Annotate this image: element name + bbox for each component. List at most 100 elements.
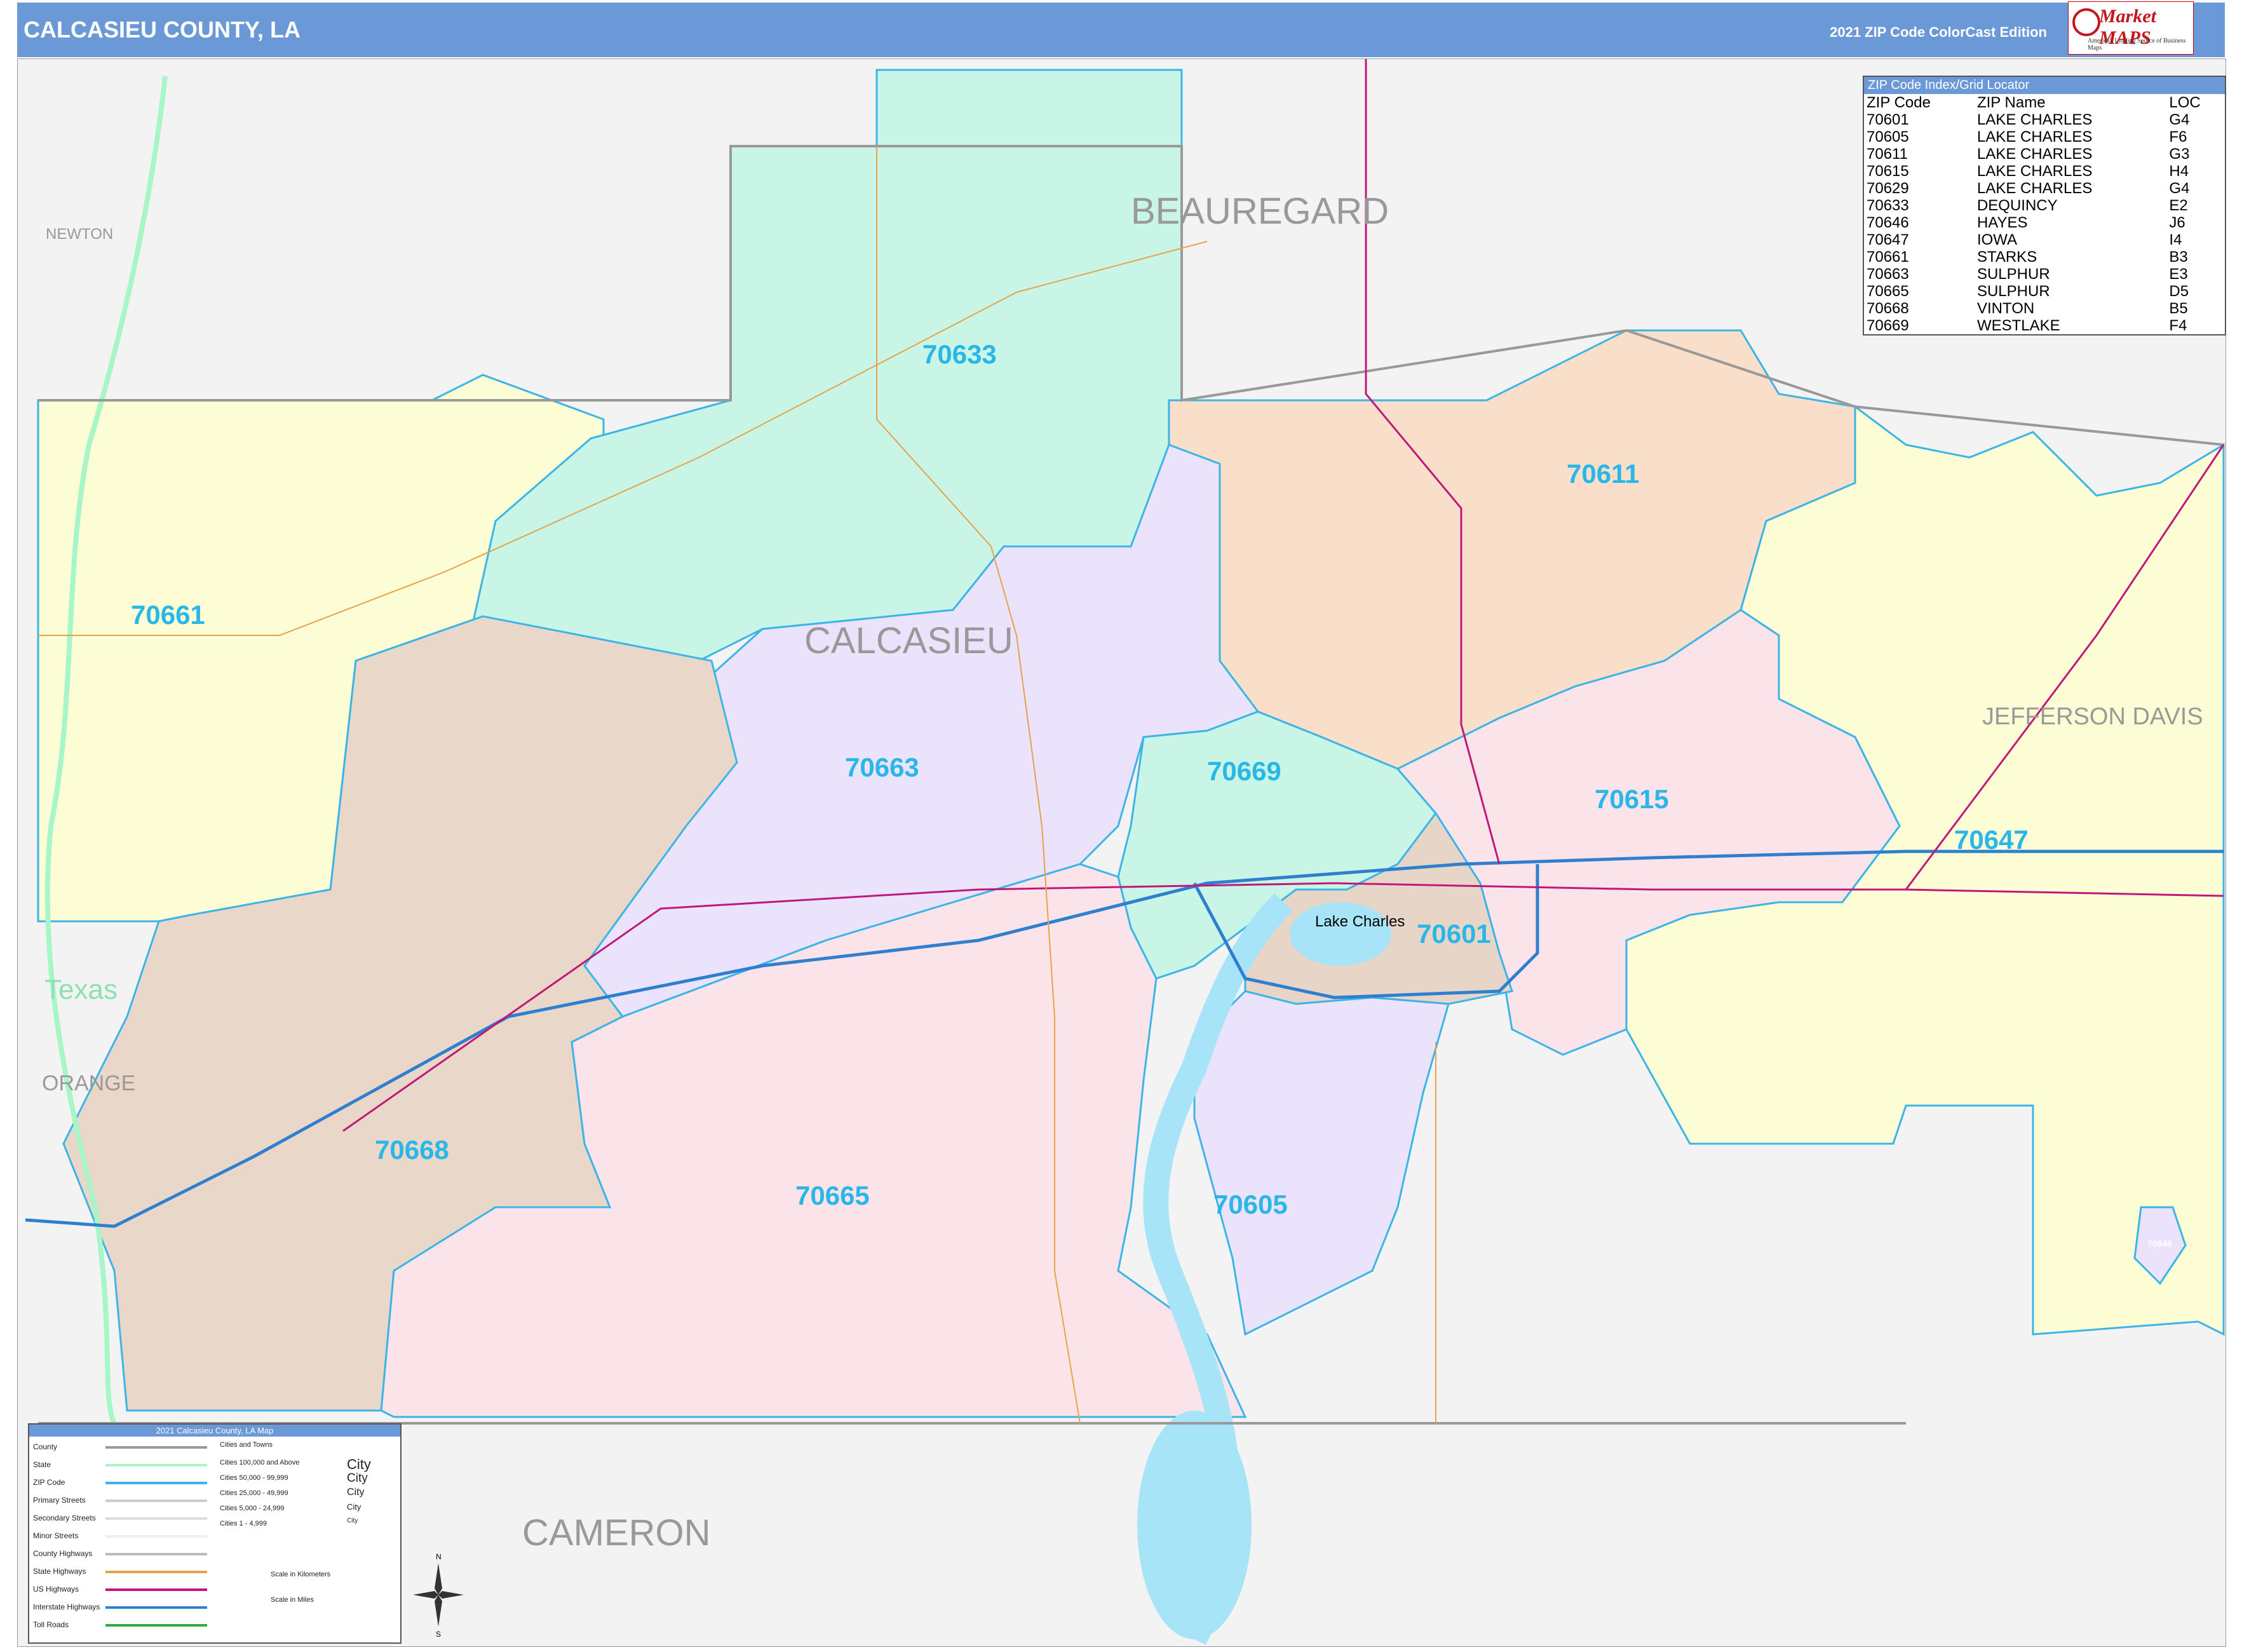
county-label-newton: NEWTON: [46, 226, 113, 243]
legend-city-sample: City: [347, 1502, 361, 1512]
legend-city-range: Cities 25,000 - 49,999: [220, 1489, 288, 1497]
zip-index-cell-loc: H4: [2169, 163, 2189, 180]
zip-label-70665[interactable]: 70665: [795, 1181, 870, 1210]
zip-index-cell-zip: 70605: [1867, 128, 1909, 146]
zip-index-cell-zip: 70663: [1867, 266, 1909, 283]
zip-index-cell-zip: 70633: [1867, 197, 1909, 214]
legend-item-label: Secondary Streets: [33, 1513, 96, 1522]
zip-index-cell-loc: E2: [2169, 197, 2188, 214]
city-label-lake-charles[interactable]: Lake Charles: [1315, 913, 1405, 930]
zip-index-cell-zip: 70629: [1867, 180, 1909, 197]
zip-index-row: 70605 LAKE CHARLES F6: [1864, 128, 2225, 146]
county-label-cameron: CAMERON: [522, 1512, 710, 1554]
zip-label-70601[interactable]: 70601: [1417, 919, 1491, 949]
zip-index-cell-name: SULPHUR: [1976, 266, 2050, 283]
legend-city-sample: City: [347, 1456, 371, 1472]
zip-label-70669[interactable]: 70669: [1207, 756, 1281, 786]
legend-item-label: Interstate Highways: [33, 1602, 100, 1611]
legend-item-label: Minor Streets: [33, 1531, 79, 1540]
zip-index-row: 70601 LAKE CHARLES G4: [1864, 111, 2225, 128]
legend-item-label: State Highways: [33, 1567, 86, 1576]
lake-charles-water: [1290, 902, 1391, 966]
legend-item-label: County Highways: [33, 1549, 93, 1558]
zip-index-row: 70661 STARKS B3: [1864, 248, 2225, 266]
zip-label-70611[interactable]: 70611: [1567, 459, 1639, 489]
zip-index-cell-name: LAKE CHARLES: [1976, 180, 2093, 197]
zip-index-cell-loc: B3: [2169, 248, 2188, 266]
zip-label-70646[interactable]: 70646: [2147, 1238, 2172, 1249]
zip-index-cell-loc: G3: [2169, 146, 2190, 163]
zip-index-cell-name: SULPHUR: [1976, 283, 2050, 300]
legend-city-sample: City: [347, 1487, 365, 1498]
legend-item-label: State: [33, 1460, 51, 1469]
zip-index-cell-name: HAYES: [1976, 214, 2028, 231]
legend-item-swatch: [105, 1500, 207, 1502]
zip-index-header-row: ZIP Code ZIP Name LOC: [1864, 94, 2225, 111]
legend-city-sample: City: [347, 1517, 358, 1524]
legend-scale-km: Scale in Kilometers: [271, 1571, 331, 1578]
zip-index-title: ZIP Code Index/Grid Locator: [1864, 77, 2225, 94]
zip-label-70633[interactable]: 70633: [922, 339, 997, 369]
legend-item-swatch: [105, 1588, 207, 1591]
compass-n: N: [436, 1552, 442, 1561]
zip-index-cell-name: LAKE CHARLES: [1976, 146, 2093, 163]
zip-index-cell-zip: 70669: [1867, 317, 1909, 334]
zip-index-row: 70665 SULPHUR D5: [1864, 283, 2225, 300]
legend-item-swatch: [105, 1446, 207, 1449]
compass-rose-icon: N S: [413, 1552, 464, 1639]
zip-index-cell-loc: G4: [2169, 180, 2190, 197]
legend-item-swatch: [105, 1571, 207, 1573]
legend-item-label: County: [33, 1442, 58, 1451]
county-label-jefferson-davis: JEFFERSON DAVIS: [1982, 703, 2203, 730]
zip-index-cell-loc: J6: [2169, 214, 2185, 231]
zip-index-row: 70615 LAKE CHARLES H4: [1864, 163, 2225, 180]
legend-item-swatch: [105, 1624, 207, 1627]
zip-index-row: 70669 WESTLAKE F4: [1864, 317, 2225, 334]
zip-index-cell-name: STARKS: [1976, 248, 2037, 266]
zip-index-cell-name: IOWA: [1976, 231, 2018, 248]
zip-label-70661[interactable]: 70661: [131, 600, 205, 630]
zip-index-row: 70633 DEQUINCY E2: [1864, 197, 2225, 214]
legend-item-swatch: [105, 1535, 207, 1538]
zip-index-header-name: ZIP Name: [1976, 94, 2046, 111]
zip-label-70668[interactable]: 70668: [375, 1135, 449, 1165]
zip-label-70647[interactable]: 70647: [1954, 825, 2029, 855]
map-legend: 2021 Calcasieu County, LA Map County Stat…: [28, 1423, 402, 1644]
zip-label-70615[interactable]: 70615: [1595, 784, 1669, 814]
zip-index-cell-zip: 70601: [1867, 111, 1909, 128]
zip-index-cell-zip: 70615: [1867, 163, 1909, 180]
legend-item-label: Primary Streets: [33, 1496, 86, 1505]
legend-item-swatch: [105, 1464, 207, 1466]
zip-index-cell-loc: B5: [2169, 300, 2188, 317]
zip-index-cell-name: DEQUINCY: [1976, 197, 2058, 214]
zip-index-grid: ZIP Code ZIP Name LOC 70601 LAKE CHARLES G…: [1864, 94, 2225, 334]
zip-index-row: 70629 LAKE CHARLES G4: [1864, 180, 2225, 197]
county-label-beauregard: BEAUREGARD: [1131, 191, 1389, 232]
zip-index-row: 70668 VINTON B5: [1864, 300, 2225, 317]
legend-item-swatch: [105, 1517, 207, 1520]
zip-label-70605[interactable]: 70605: [1213, 1189, 1288, 1219]
zip-index-cell-zip: 70668: [1867, 300, 1909, 317]
county-label-orange: ORANGE: [42, 1071, 135, 1095]
legend-item-swatch: [105, 1606, 207, 1609]
legend-city-range: Cities 5,000 - 24,999: [220, 1505, 285, 1512]
zip-label-70663[interactable]: 70663: [845, 752, 919, 782]
legend-item-label: US Highways: [33, 1585, 79, 1594]
calcasieu-lake: [1137, 1411, 1252, 1639]
zip-index-cell-name: LAKE CHARLES: [1976, 128, 2093, 146]
legend-city-range: Cities 50,000 - 99,999: [220, 1474, 288, 1482]
legend-item-label: ZIP Code: [33, 1478, 65, 1487]
legend-item-swatch: [105, 1553, 207, 1555]
legend-scale-mi: Scale in Miles: [271, 1596, 314, 1604]
zip-index-row: 70646 HAYES J6: [1864, 214, 2225, 231]
zip-index-header-loc: LOC: [2169, 94, 2201, 111]
zip-index-header-zip: ZIP Code: [1867, 94, 1931, 111]
legend-item-swatch: [105, 1482, 207, 1484]
zip-index-row: 70663 SULPHUR E3: [1864, 266, 2225, 283]
zip-index-row: 70647 IOWA I4: [1864, 231, 2225, 248]
state-label-texas: Texas: [44, 974, 118, 1005]
county-label-calcasieu: CALCASIEU: [804, 620, 1013, 661]
zip-index-cell-name: WESTLAKE: [1976, 317, 2060, 334]
zip-index-cell-zip: 70647: [1867, 231, 1909, 248]
zip-index-cell-zip: 70661: [1867, 248, 1909, 266]
